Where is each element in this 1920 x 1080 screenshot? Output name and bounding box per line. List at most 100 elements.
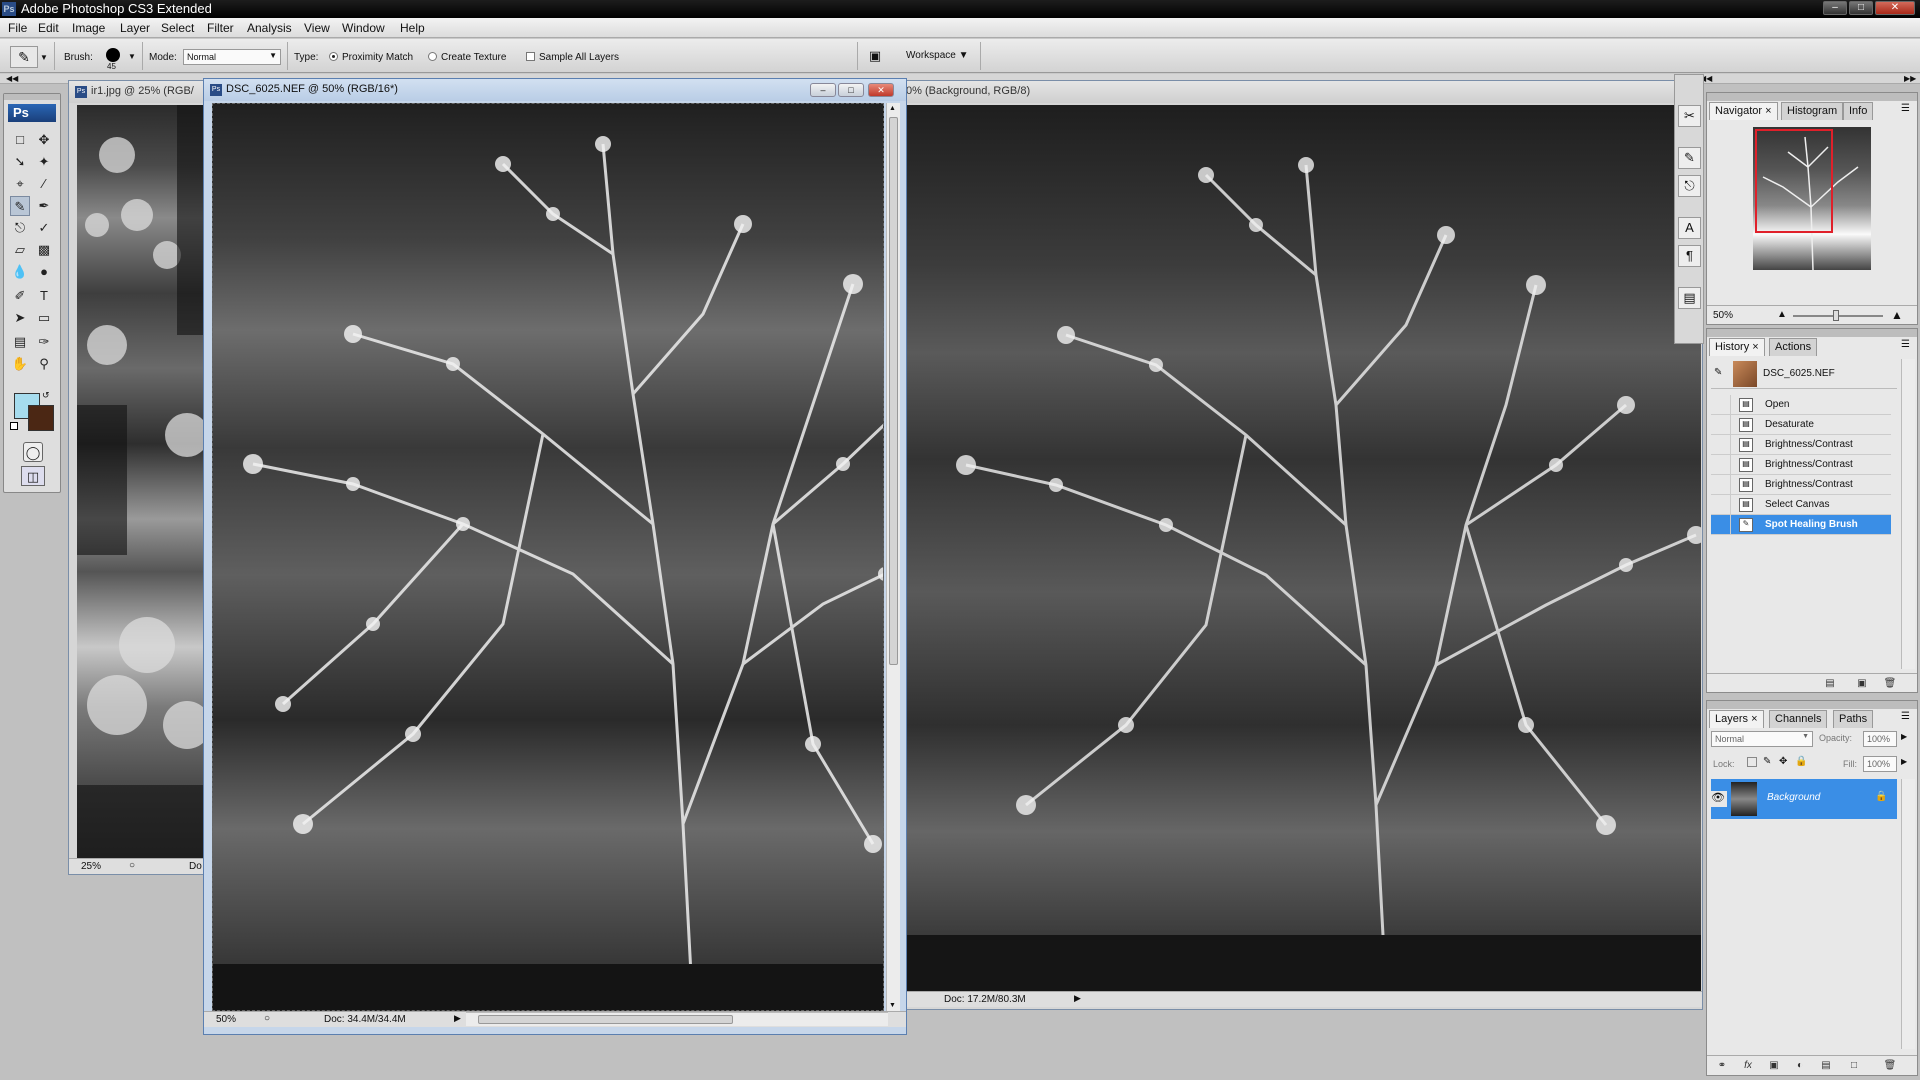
- document-window-ir1[interactable]: Ps ir1.jpg @ 25% (RGB/ 25% ○ Do: [68, 80, 218, 875]
- navigator-view-box[interactable]: [1755, 129, 1833, 233]
- close-icon[interactable]: ×: [1765, 105, 1771, 117]
- menu-edit[interactable]: Edit: [38, 21, 59, 35]
- history-snapshot[interactable]: ✎ DSC_6025.NEF: [1711, 359, 1897, 389]
- paragraph-icon[interactable]: ¶: [1678, 245, 1701, 267]
- move-tool-icon[interactable]: ✥: [34, 130, 54, 150]
- menu-window[interactable]: Window: [342, 21, 385, 35]
- close-icon[interactable]: ×: [1752, 341, 1758, 353]
- zoom-level[interactable]: 25%: [81, 861, 101, 872]
- document-tab-right[interactable]: 0% (Background, RGB/8): [894, 81, 1702, 103]
- panel-header[interactable]: [1707, 93, 1917, 101]
- lock-transparency-icon[interactable]: [1747, 757, 1757, 767]
- blend-mode-select[interactable]: Normal ▼: [1711, 731, 1813, 747]
- history-source-box[interactable]: [1711, 435, 1731, 454]
- document-tab-ir1[interactable]: Ps ir1.jpg @ 25% (RGB/: [69, 81, 217, 103]
- tool-presets-icon[interactable]: ✂: [1678, 105, 1701, 127]
- lock-pixels-icon[interactable]: ✎: [1763, 756, 1771, 767]
- character-icon[interactable]: A: [1678, 217, 1701, 239]
- default-colors-icon[interactable]: [10, 422, 18, 430]
- navigator-thumbnail[interactable]: [1753, 127, 1871, 271]
- add-mask-icon[interactable]: ▣: [1767, 1060, 1781, 1072]
- scroll-up-icon[interactable]: ▲: [889, 105, 896, 112]
- sample-all-layers-checkbox[interactable]: [526, 52, 535, 61]
- ps-logo[interactable]: Ps: [8, 104, 56, 122]
- hand-tool-icon[interactable]: ✋: [10, 354, 30, 374]
- vertical-scrollbar[interactable]: ▲ ▼: [886, 103, 900, 1011]
- horizontal-scrollbar[interactable]: [466, 1012, 888, 1026]
- doc-minimize-button[interactable]: –: [810, 83, 836, 97]
- lasso-tool-icon[interactable]: ➘: [10, 152, 30, 172]
- fill-arrow-icon[interactable]: ▶: [1901, 757, 1907, 766]
- slice-tool-icon[interactable]: ∕: [34, 174, 54, 194]
- zoom-tool-icon[interactable]: ⚲: [34, 354, 54, 374]
- marquee-tool-icon[interactable]: □: [10, 130, 30, 150]
- history-item[interactable]: ▤ Open: [1711, 395, 1891, 415]
- tab-paths[interactable]: Paths: [1833, 710, 1874, 728]
- zoom-out-icon[interactable]: ▲: [1777, 309, 1787, 320]
- close-icon[interactable]: ×: [1751, 713, 1757, 725]
- menu-select[interactable]: Select: [161, 21, 194, 35]
- panel-menu-icon[interactable]: ☰: [1901, 339, 1910, 350]
- spot-healing-brush-icon[interactable]: ✎: [10, 46, 38, 68]
- active-tree-photo[interactable]: [212, 103, 884, 1011]
- status-icon[interactable]: ○: [129, 860, 135, 871]
- tab-info[interactable]: Info: [1843, 102, 1874, 120]
- trash-icon[interactable]: 🗑: [1883, 678, 1897, 690]
- scroll-down-icon[interactable]: ▼: [889, 1002, 896, 1009]
- crop-tool-icon[interactable]: ⌖: [10, 174, 30, 194]
- dodge-tool-icon[interactable]: ●: [34, 262, 54, 282]
- history-source-box[interactable]: [1711, 395, 1731, 414]
- mode-select[interactable]: Normal ▼: [183, 49, 281, 65]
- minimize-button[interactable]: –: [1823, 1, 1847, 15]
- history-brush-source-icon[interactable]: ✎: [1714, 367, 1722, 378]
- history-source-box[interactable]: [1711, 415, 1731, 434]
- new-snapshot-icon[interactable]: ▣: [1855, 678, 1869, 690]
- history-source-box[interactable]: [1711, 455, 1731, 474]
- history-item[interactable]: ▤ Select Canvas: [1711, 495, 1891, 515]
- panel-menu-icon[interactable]: ☰: [1901, 103, 1910, 114]
- background-color-swatch[interactable]: [28, 405, 54, 431]
- navigator-zoom[interactable]: 50%: [1713, 310, 1733, 321]
- brush-preview-icon[interactable]: [106, 48, 120, 62]
- blur-tool-icon[interactable]: 💧: [10, 262, 30, 282]
- link-layers-icon[interactable]: ⚭: [1715, 1060, 1729, 1072]
- panel-header[interactable]: [1707, 701, 1917, 709]
- menu-analysis[interactable]: Analysis: [247, 21, 292, 35]
- maximize-button[interactable]: □: [1849, 1, 1873, 15]
- menu-file[interactable]: File: [8, 21, 27, 35]
- layer-row-background[interactable]: 👁 Background 🔒: [1709, 779, 1897, 819]
- brush-dropdown-icon[interactable]: ▼: [128, 52, 136, 61]
- panel-menu-icon[interactable]: ☰: [1901, 711, 1910, 722]
- layer-comps-icon[interactable]: ▤: [1678, 287, 1701, 309]
- history-source-box[interactable]: [1711, 495, 1731, 514]
- tab-layers[interactable]: Layers ×: [1709, 710, 1764, 728]
- new-document-from-state-icon[interactable]: ▤: [1823, 678, 1837, 690]
- tab-history[interactable]: History ×: [1709, 338, 1765, 356]
- gradient-tool-icon[interactable]: ▩: [34, 240, 54, 260]
- status-menu-arrow-icon[interactable]: ▶: [454, 1013, 461, 1024]
- tab-histogram[interactable]: Histogram: [1781, 102, 1844, 120]
- opacity-arrow-icon[interactable]: ▶: [1901, 732, 1907, 741]
- spot-healing-brush-tool-icon[interactable]: ✎: [10, 196, 30, 216]
- layers-scrollbar[interactable]: [1901, 779, 1915, 1049]
- history-brush-tool-icon[interactable]: ✓: [34, 218, 54, 238]
- menu-help[interactable]: Help: [400, 21, 425, 35]
- status-icon[interactable]: ○: [264, 1013, 270, 1024]
- eye-icon[interactable]: 👁: [1709, 791, 1727, 807]
- notes-tool-icon[interactable]: ▤: [10, 332, 30, 352]
- new-layer-icon[interactable]: □: [1847, 1060, 1861, 1072]
- tab-channels[interactable]: Channels: [1769, 710, 1828, 728]
- brush-tool-icon[interactable]: ✒: [34, 196, 54, 216]
- toolbox-header[interactable]: [4, 94, 60, 100]
- history-source-box[interactable]: [1711, 515, 1731, 534]
- quick-mask-icon[interactable]: ◯: [23, 442, 43, 462]
- document-tab-active[interactable]: Ps DSC_6025.NEF @ 50% (RGB/16*): [204, 79, 906, 101]
- history-item[interactable]: ▤ Brightness/Contrast: [1711, 435, 1891, 455]
- tool-preset-arrow-icon[interactable]: ▼: [40, 53, 48, 62]
- bridge-icon[interactable]: ▣: [864, 48, 886, 66]
- close-button[interactable]: ✕: [1875, 1, 1915, 15]
- tab-actions[interactable]: Actions: [1769, 338, 1818, 356]
- lock-position-icon[interactable]: ✥: [1779, 756, 1787, 767]
- zoom-in-icon[interactable]: ▲: [1891, 308, 1903, 322]
- history-item[interactable]: ▤ Brightness/Contrast: [1711, 475, 1891, 495]
